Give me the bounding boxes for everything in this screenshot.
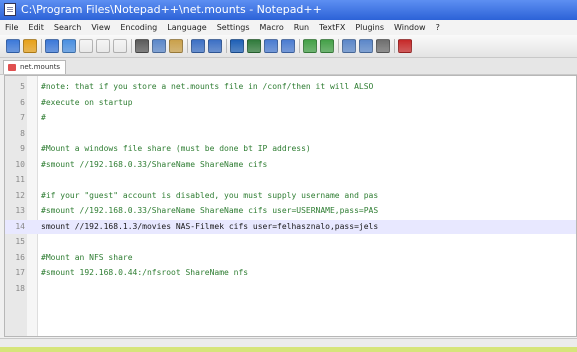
line-text: #note: that if you store a net.mounts fi… (41, 82, 374, 91)
new-file-icon[interactable] (6, 39, 20, 53)
close-all-icon[interactable] (96, 39, 110, 53)
line-number: 12 (15, 190, 25, 200)
sync-h-icon[interactable] (320, 39, 334, 53)
save-icon[interactable] (45, 39, 59, 53)
notepad-app-icon[interactable] (4, 3, 16, 16)
copy-icon[interactable] (152, 39, 166, 53)
editor-line[interactable]: 15 (5, 235, 576, 249)
line-text: #smount //192.168.0.33/ShareName ShareNa… (41, 206, 379, 215)
line-number: 5 (20, 82, 25, 91)
title-bar[interactable]: C:\Program Files\Notepad++\net.mounts - … (0, 0, 577, 20)
line-text: #smount //192.168.0.33/ShareName ShareNa… (41, 159, 268, 169)
status-bar (0, 338, 577, 347)
toolbar-separator (226, 39, 227, 53)
sync-v-icon[interactable] (303, 39, 317, 53)
tab-net-mounts[interactable]: net.mounts (3, 60, 67, 74)
menu-edit[interactable]: Edit (23, 20, 49, 35)
menu-language[interactable]: Language (162, 20, 211, 35)
zoom-out-icon[interactable] (281, 39, 295, 53)
line-number: 6 (20, 97, 25, 107)
line-number: 15 (15, 237, 25, 246)
editor-line[interactable]: 10 #smount //192.168.0.33/ShareName Share… (5, 158, 576, 172)
line-number: 8 (20, 128, 25, 138)
editor-line[interactable]: 14 smount //192.168.1.3/movies NAS-Filmek… (5, 219, 576, 234)
line-number: 18 (15, 283, 25, 293)
editor-line[interactable]: 18 (5, 282, 576, 296)
editor-line[interactable]: 16 #Mount an NFS share (5, 251, 576, 265)
toolbar-separator (299, 39, 300, 53)
file-tab-icon (8, 64, 16, 71)
toolbar-separator (394, 39, 395, 53)
editor-line[interactable]: 12 #if your "guest" account is disabled, … (5, 189, 576, 203)
menu-macro[interactable]: Macro (255, 20, 289, 35)
menu-search[interactable]: Search (49, 20, 86, 35)
window-title: C:\Program Files\Notepad++\net.mounts - … (21, 3, 322, 16)
line-text: #execute on startup (41, 97, 133, 107)
find-icon[interactable] (230, 39, 244, 53)
menu-view[interactable]: View (86, 20, 115, 35)
editor-line[interactable]: 11 (5, 173, 576, 187)
editor-line[interactable]: 9 #Mount a windows file share (must be do… (5, 142, 576, 156)
line-number: 13 (15, 206, 25, 215)
indent-guide-icon[interactable] (359, 39, 373, 53)
menu-window[interactable]: Window (389, 20, 431, 35)
line-text: # (41, 113, 46, 122)
tab-label: net.mounts (20, 63, 61, 71)
editor-line[interactable]: 5 #note: that if you store a net.mounts f… (5, 80, 576, 94)
editor-line[interactable]: 13 #smount //192.168.0.33/ShareName Share… (5, 204, 576, 218)
toolbar-separator (338, 39, 339, 53)
menu-textfx[interactable]: TextFX (314, 20, 350, 35)
line-number: 7 (20, 113, 25, 122)
line-text: #if your "guest" account is disabled, yo… (41, 190, 379, 200)
toolbar-separator (131, 39, 132, 53)
line-text: smount //192.168.1.3/movies NAS-Filmek c… (41, 221, 379, 231)
menu-encoding[interactable]: Encoding (115, 20, 162, 35)
zoom-in-icon[interactable] (264, 39, 278, 53)
line-text: #Mount a windows file share (must be don… (41, 144, 311, 153)
menu-file[interactable]: File (0, 20, 23, 35)
paste-icon[interactable] (169, 39, 183, 53)
toolbar-separator (41, 39, 42, 53)
close-icon[interactable] (79, 39, 93, 53)
line-number: 16 (15, 252, 25, 262)
line-number: 9 (20, 144, 25, 153)
editor-line[interactable]: 7 # (5, 111, 576, 125)
menu-bar: File Edit Search View Encoding Language Settin… (0, 20, 577, 35)
menu-plugins[interactable]: Plugins (350, 20, 389, 35)
line-number: 11 (15, 175, 25, 184)
menu-run[interactable]: Run (289, 20, 314, 35)
tab-bar: net.mounts (0, 58, 577, 75)
record-macro-icon[interactable] (398, 39, 412, 53)
line-text: #Mount an NFS share (41, 252, 133, 262)
menu-help[interactable]: ? (431, 20, 445, 35)
print-icon[interactable] (113, 39, 127, 53)
editor-line[interactable]: 8 (5, 127, 576, 141)
editor-line[interactable]: 17 #smount 192.168.0.44:/nfsroot ShareNam… (5, 266, 576, 280)
line-number: 10 (15, 159, 25, 169)
menu-settings[interactable]: Settings (212, 20, 255, 35)
text-editor[interactable]: 5 #note: that if you store a net.mounts f… (4, 75, 577, 337)
open-icon[interactable] (23, 39, 37, 53)
cut-icon[interactable] (135, 39, 149, 53)
line-text: #smount 192.168.0.44:/nfsroot ShareName … (41, 268, 249, 277)
editor-line[interactable]: 6 #execute on startup (5, 96, 576, 110)
redo-icon[interactable] (208, 39, 222, 53)
user-lang-icon[interactable] (376, 39, 390, 53)
line-number: 14 (15, 221, 25, 231)
toolbar-separator (187, 39, 188, 53)
wrap-icon[interactable] (342, 39, 356, 53)
save-all-icon[interactable] (62, 39, 76, 53)
application-window: C:\Program Files\Notepad++\net.mounts - … (0, 0, 577, 347)
replace-icon[interactable] (247, 39, 261, 53)
undo-icon[interactable] (191, 39, 205, 53)
line-number: 17 (15, 268, 25, 277)
toolbar (0, 35, 577, 58)
